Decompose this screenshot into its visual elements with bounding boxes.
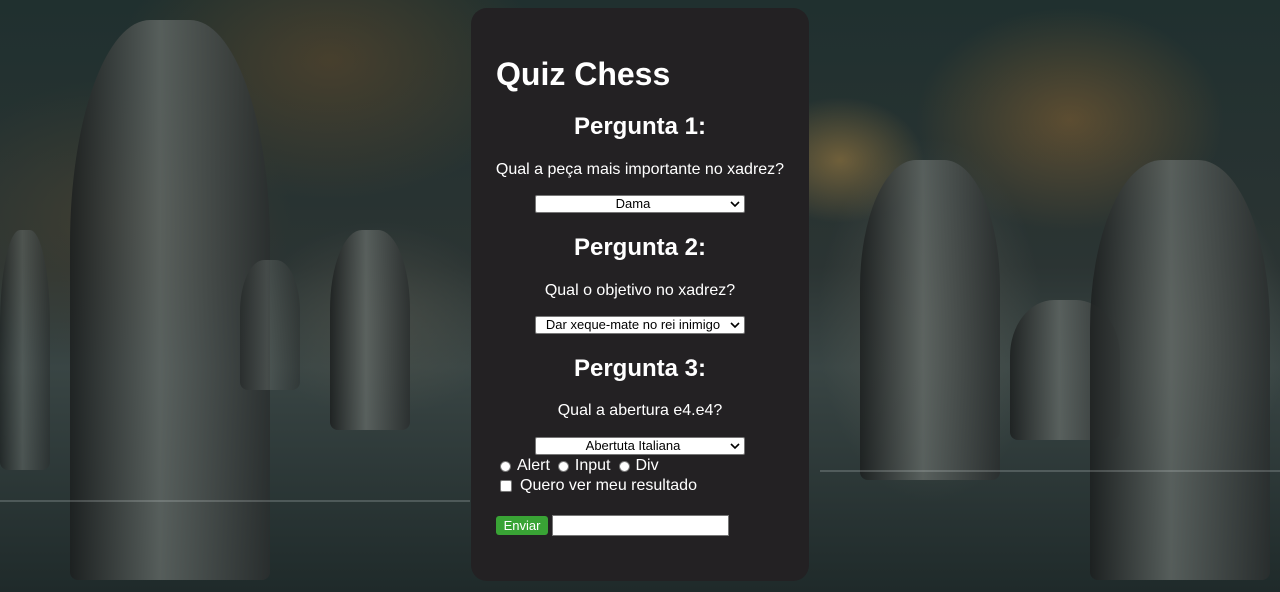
question-3-selected-value: Abertuta Italiana [585, 438, 681, 453]
submit-button[interactable]: Enviar [496, 516, 548, 535]
background-pawn-piece [240, 260, 300, 390]
radio-option-alert[interactable]: Alert [500, 456, 550, 476]
quiz-card: Quiz Chess Pergunta 1: Qual a peça mais … [471, 8, 809, 581]
background-pawn-piece [1090, 160, 1270, 580]
page-title: Quiz Chess [496, 56, 671, 92]
question-1-select[interactable]: Dama [535, 195, 745, 213]
question-1-heading: Pergunta 1: [573, 113, 707, 140]
radio-button[interactable] [500, 460, 511, 472]
question-3-heading: Pergunta 3: [573, 355, 707, 382]
chevron-down-icon [730, 443, 740, 450]
question-2-select[interactable]: Dar xeque-mate no rei inimigo [535, 316, 745, 334]
radio-label: Div [635, 457, 659, 474]
radio-option-div[interactable]: Div [618, 456, 659, 476]
question-1-selected-value: Dama [615, 196, 651, 211]
board-reflection [0, 500, 470, 502]
radio-button[interactable] [557, 460, 569, 472]
question-2-selected-value: Dar xeque-mate no rei inimigo [545, 317, 721, 332]
radio-label: Input [574, 457, 611, 474]
question-3-text: Qual a abertura e4.e4? [557, 402, 723, 419]
show-result-checkbox[interactable] [500, 480, 512, 492]
radio-label: Alert [517, 457, 550, 474]
question-1-text: Qual a peça mais importante no xadrez? [495, 161, 785, 178]
output-mode-radio-group: Alert Input Div [500, 456, 667, 476]
result-text-input[interactable] [552, 515, 729, 536]
chevron-down-icon [730, 201, 740, 208]
background-knight-piece [0, 230, 50, 470]
question-2-heading: Pergunta 2: [573, 234, 707, 261]
chevron-down-icon [730, 322, 740, 329]
question-2-text: Qual o objetivo no xadrez? [544, 282, 736, 299]
board-reflection [820, 470, 1280, 472]
radio-option-input[interactable]: Input [557, 456, 611, 476]
background-bishop-piece [860, 160, 1000, 480]
show-result-checkbox-row[interactable]: Quero ver meu resultado [500, 476, 697, 496]
question-3-select[interactable]: Abertuta Italiana [535, 437, 745, 455]
radio-button[interactable] [618, 460, 630, 472]
background-pawn-piece [330, 230, 410, 430]
show-result-label: Quero ver meu resultado [520, 477, 697, 494]
